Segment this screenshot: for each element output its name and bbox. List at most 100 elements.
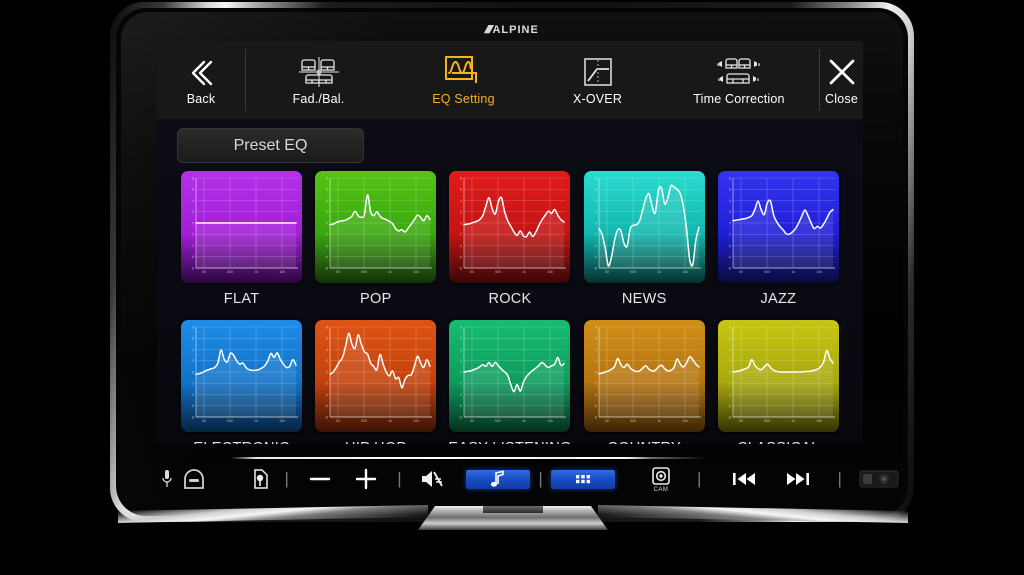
svg-text:-2: -2: [191, 382, 194, 386]
svg-text:10k: 10k: [413, 419, 419, 423]
preset-label: POP: [360, 291, 392, 307]
preset-eq-button[interactable]: Preset EQ: [177, 128, 364, 163]
svg-text:4: 4: [192, 348, 194, 352]
preset-tile-electronic[interactable]: 8 6 4 2 0 -2 -4 -6 -8 50 500 1k 10k ELECTRONIC: [180, 320, 303, 444]
svg-text:-8: -8: [191, 415, 194, 419]
svg-text:2: 2: [729, 210, 731, 214]
preset-label: EASY LISTENING: [448, 440, 571, 444]
preset-tile-easy-listening[interactable]: 8 6 4 2 0 -2 -4 -6 -8 50 500 1k 10k EASY LISTENING: [448, 320, 571, 444]
mute-icon: [421, 471, 443, 487]
voice-tag-icon: [253, 469, 268, 489]
hw-button-previous-track[interactable]: [717, 471, 771, 487]
preset-graph[interactable]: 8 6 4 2 0 -2 -4 -6 -8 50 500 1k 10k: [449, 171, 571, 283]
hw-button-voice-tag[interactable]: [246, 468, 275, 490]
svg-text:4: 4: [729, 199, 731, 203]
svg-text:0: 0: [192, 370, 194, 374]
hw-button-mute[interactable]: [411, 468, 451, 490]
svg-text:2: 2: [729, 359, 731, 363]
svg-text:10k: 10k: [682, 419, 688, 423]
svg-text:500: 500: [227, 270, 233, 274]
hw-button-hands-free[interactable]: [178, 467, 209, 491]
toolbar-button-close[interactable]: Close: [820, 41, 863, 119]
svg-text:8: 8: [460, 325, 462, 329]
toolbar-label-back: Back: [186, 92, 216, 107]
preset-graph[interactable]: 8 6 4 2 0 -2 -4 -6 -8 50 500 1k 10k: [449, 320, 571, 432]
svg-text:1k: 1k: [523, 270, 527, 274]
svg-text:4: 4: [595, 199, 597, 203]
preset-tile-classical[interactable]: 8 6 4 2 0 -2 -4 -6 -8 50 500 1k 10k CLASSICAL: [717, 320, 840, 444]
svg-text:8: 8: [192, 325, 194, 329]
svg-text:-2: -2: [593, 382, 596, 386]
svg-text:0: 0: [595, 370, 597, 374]
svg-text:50: 50: [739, 270, 743, 274]
svg-text:2: 2: [595, 210, 597, 214]
toolbar-button-time-correction[interactable]: Time Correction: [659, 41, 819, 119]
hw-button-camera[interactable]: CAM: [641, 466, 681, 493]
svg-text:8: 8: [729, 176, 731, 180]
preset-tile-pop[interactable]: 8 6 4 2 0 -2 -4 -6 -8 50 500 1k 10k POP: [314, 171, 437, 307]
preset-tile-rock[interactable]: 8 6 4 2 0 -2 -4 -6 -8 50 500 1k 10k ROCK: [448, 171, 571, 307]
toolbar-button-eq-setting[interactable]: EQ Setting: [391, 41, 536, 119]
svg-text:-4: -4: [325, 393, 328, 397]
preset-label: FLAT: [223, 291, 260, 307]
preset-graph[interactable]: 8 6 4 2 0 -2 -4 -6 -8 50 500 1k 10k: [717, 171, 839, 283]
svg-text:-6: -6: [459, 255, 462, 259]
svg-text:-6: -6: [728, 404, 731, 408]
svg-text:4: 4: [326, 348, 328, 352]
svg-text:2: 2: [460, 359, 462, 363]
camera-icon: [652, 466, 670, 485]
svg-text:1k: 1k: [791, 270, 795, 274]
hw-button-apps[interactable]: [551, 469, 616, 489]
toolbar-button-fad-bal[interactable]: Fad./Bal.: [246, 41, 391, 119]
svg-text:50: 50: [202, 270, 206, 274]
screenshot-root: /////ALPINE Back Fad./Bal. EQ Setting X-…: [0, 0, 1024, 575]
svg-text:-4: -4: [593, 393, 596, 397]
preset-tile-country[interactable]: 8 6 4 2 0 -2 -4 -6 -8 50 500 1k 10k COUNTRY: [583, 320, 706, 444]
svg-text:-6: -6: [728, 255, 731, 259]
svg-text:0: 0: [192, 221, 194, 225]
hw-camera-label: CAM: [653, 486, 669, 493]
svg-text:50: 50: [605, 419, 609, 423]
svg-text:6: 6: [729, 188, 731, 192]
preset-tile-hip-hop[interactable]: 8 6 4 2 0 -2 -4 -6 -8 50 500 1k 10k HIP HOP: [314, 320, 437, 444]
svg-text:-6: -6: [593, 404, 596, 408]
preset-label: HIP HOP: [345, 440, 406, 444]
hw-divider-4: |: [696, 469, 702, 488]
toolbar-label-time-correction: Time Correction: [693, 92, 785, 107]
preset-graph[interactable]: 8 6 4 2 0 -2 -4 -6 -8 50 500 1k 10k: [315, 171, 437, 283]
preset-label: JAZZ: [760, 291, 797, 307]
preset-graph[interactable]: 8 6 4 2 0 -2 -4 -6 -8 50 500 1k 10k: [583, 171, 705, 283]
svg-text:-4: -4: [459, 393, 462, 397]
preset-graph[interactable]: 8 6 4 2 0 -2 -4 -6 -8 50 500 1k 10k: [717, 320, 839, 432]
svg-text:-8: -8: [728, 266, 731, 270]
toolbar-button-back[interactable]: Back: [157, 41, 245, 119]
hw-audio-backlight[interactable]: [466, 469, 531, 489]
svg-text:50: 50: [470, 270, 474, 274]
preset-tile-jazz[interactable]: 8 6 4 2 0 -2 -4 -6 -8 50 500 1k 10k JAZZ: [717, 171, 840, 307]
microphone-icon: [162, 470, 172, 487]
toolbar-button-x-over[interactable]: X-OVER: [536, 41, 659, 119]
svg-text:50: 50: [202, 419, 206, 423]
preset-tile-flat[interactable]: 8 6 4 2 0 -2 -4 -6 -8 50 500 1k 10k FLAT: [180, 171, 303, 307]
hw-button-next-track[interactable]: [771, 471, 825, 487]
svg-text:-8: -8: [191, 266, 194, 270]
preset-graph[interactable]: 8 6 4 2 0 -2 -4 -6 -8 50 500 1k 10k: [181, 320, 303, 432]
hw-button-volume-up[interactable]: [343, 468, 388, 490]
chevron-double-left-icon: [184, 54, 218, 88]
apps-grid-icon: [576, 475, 591, 484]
hardware-control-bar: | | | CAM | |: [121, 455, 903, 503]
hw-apps-backlight[interactable]: [551, 469, 616, 489]
hw-button-microphone[interactable]: [156, 468, 179, 490]
preset-graph[interactable]: 8 6 4 2 0 -2 -4 -6 -8 50 500 1k 10k: [181, 171, 303, 283]
preset-tile-news[interactable]: 8 6 4 2 0 -2 -4 -6 -8 50 500 1k 10k NEWS: [583, 171, 706, 307]
svg-text:6: 6: [460, 188, 462, 192]
hw-button-audio[interactable]: [466, 469, 531, 489]
svg-text:2: 2: [326, 359, 328, 363]
svg-text:-4: -4: [593, 244, 596, 248]
svg-text:1k: 1k: [791, 419, 795, 423]
preset-graph[interactable]: 8 6 4 2 0 -2 -4 -6 -8 50 500 1k 10k: [583, 320, 705, 432]
svg-text:1k: 1k: [523, 419, 527, 423]
preset-graph[interactable]: 8 6 4 2 0 -2 -4 -6 -8 50 500 1k 10k: [315, 320, 437, 432]
svg-text:4: 4: [192, 199, 194, 203]
hw-button-volume-down[interactable]: [298, 469, 343, 489]
